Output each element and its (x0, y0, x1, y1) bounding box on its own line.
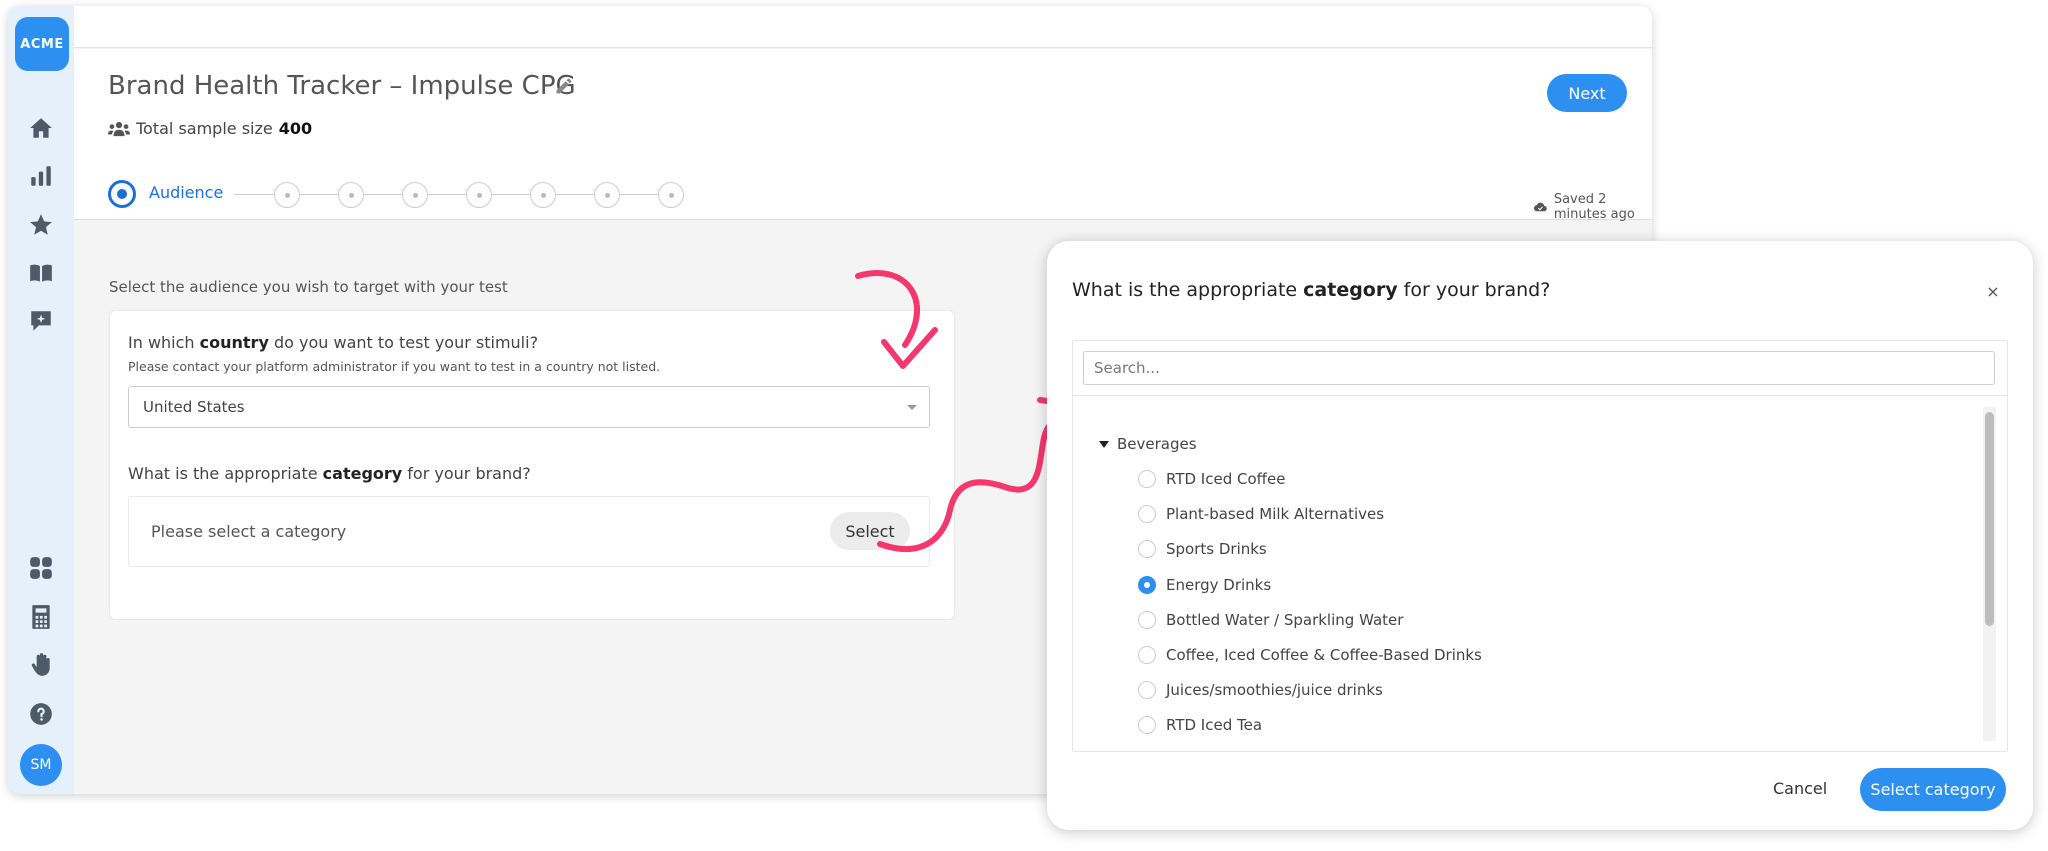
chat-sparkle-icon[interactable] (28, 308, 54, 334)
radio-button[interactable] (1138, 505, 1156, 523)
option-label: Sports Drinks (1166, 540, 1267, 558)
home-icon[interactable] (28, 115, 54, 141)
star-icon[interactable] (28, 212, 54, 238)
step-7[interactable] (594, 182, 620, 208)
pencil-icon[interactable] (554, 76, 574, 96)
option-rtd-iced-coffee[interactable]: RTD Iced Coffee (1138, 470, 1285, 488)
category-question-bold: category (322, 464, 403, 483)
option-energy-drinks[interactable]: Energy Drinks (1138, 576, 1271, 594)
option-label: Bottled Water / Sparkling Water (1166, 611, 1404, 629)
radio-button[interactable] (1138, 611, 1156, 629)
sample-size: Total sample size 400 (108, 119, 312, 138)
step-audience-label[interactable]: Audience (149, 183, 223, 202)
country-help-text: Please contact your platform administrat… (128, 359, 661, 374)
option-coffee-drinks[interactable]: Coffee, Iced Coffee & Coffee-Based Drink… (1138, 646, 1482, 664)
step-4[interactable] (402, 182, 428, 208)
search-input[interactable] (1083, 351, 1995, 385)
category-question-post: for your brand? (402, 464, 531, 483)
radio-button[interactable] (1138, 470, 1156, 488)
category-placeholder: Please select a category (151, 522, 347, 541)
caret-down-icon (1099, 440, 1109, 448)
modal-title-bold: category (1303, 279, 1398, 301)
country-question-post: do you want to test your stimuli? (268, 333, 539, 352)
chevron-down-icon (907, 405, 917, 410)
sample-size-label: Total sample size (136, 119, 273, 138)
category-list-panel: Beverages RTD Iced Coffee Plant-based Mi… (1072, 340, 2008, 752)
option-plant-based-milk[interactable]: Plant-based Milk Alternatives (1138, 505, 1384, 523)
country-select[interactable]: United States (128, 386, 930, 428)
sample-size-value: 400 (278, 119, 313, 138)
category-question-pre: What is the appropriate (128, 464, 323, 483)
country-question: In which country do you want to test you… (128, 333, 538, 352)
option-label: RTD Iced Tea (1166, 716, 1263, 734)
book-icon[interactable] (28, 260, 54, 286)
country-question-pre: In which (128, 333, 200, 352)
next-button[interactable]: Next (1547, 74, 1627, 112)
option-label: RTD Iced Coffee (1166, 470, 1286, 488)
option-label: Coffee, Iced Coffee & Coffee-Based Drink… (1166, 646, 1482, 664)
step-2[interactable] (274, 182, 300, 208)
option-juices[interactable]: Juices/smoothies/juice drinks (1138, 681, 1383, 699)
save-status: Saved 2 minutes ago (1534, 192, 1652, 222)
country-question-bold: country (199, 333, 269, 352)
stepper: Audience (108, 180, 728, 210)
radio-button[interactable] (1138, 646, 1156, 664)
option-bottled-water[interactable]: Bottled Water / Sparkling Water (1138, 611, 1403, 629)
bar-chart-icon[interactable] (28, 163, 54, 189)
category-modal: What is the appropriate category for you… (1047, 241, 2033, 830)
acme-logo[interactable]: ACME (15, 17, 69, 71)
modal-title-post: for your brand? (1397, 279, 1551, 301)
top-strip (74, 6, 1652, 48)
option-sports-drinks[interactable]: Sports Drinks (1138, 540, 1267, 558)
user-avatar[interactable]: SM (20, 744, 62, 786)
radio-button[interactable] (1138, 540, 1156, 558)
page-title: Brand Health Tracker – Impulse CPG (108, 71, 576, 101)
saved-text: Saved 2 minutes ago (1553, 192, 1635, 222)
group-beverages[interactable]: Beverages (1099, 435, 1197, 453)
step-6[interactable] (530, 182, 556, 208)
group-label: Beverages (1117, 435, 1197, 453)
cloud-check-icon (1534, 202, 1547, 212)
category-question: What is the appropriate category for you… (128, 464, 531, 483)
cancel-button[interactable]: Cancel (1773, 779, 1827, 798)
help-icon[interactable] (28, 701, 54, 727)
step-5[interactable] (466, 182, 492, 208)
select-category-button[interactable]: Select (830, 512, 910, 550)
scrollbar[interactable] (1983, 407, 1996, 741)
step-8[interactable] (658, 182, 684, 208)
modal-title: What is the appropriate category for you… (1072, 279, 1550, 301)
option-label: Juices/smoothies/juice drinks (1166, 681, 1383, 699)
radio-button-checked[interactable] (1138, 576, 1156, 594)
radio-button[interactable] (1138, 716, 1156, 734)
option-rtd-iced-tea[interactable]: RTD Iced Tea (1138, 716, 1262, 734)
grid-icon[interactable] (28, 555, 54, 581)
step-3[interactable] (338, 182, 364, 208)
country-select-value: United States (143, 398, 245, 416)
step-audience-indicator[interactable] (108, 180, 136, 208)
modal-title-pre: What is the appropriate (1072, 279, 1304, 301)
project-header: Brand Health Tracker – Impulse CPG Total… (74, 49, 1652, 222)
option-label: Energy Drinks (1166, 576, 1272, 594)
option-label: Plant-based Milk Alternatives (1166, 505, 1385, 523)
calculator-icon[interactable] (28, 604, 54, 630)
audience-card: In which country do you want to test you… (109, 310, 955, 620)
select-category-confirm-button[interactable]: Select category (1860, 768, 2006, 811)
hand-icon[interactable] (28, 652, 54, 678)
scrollbar-thumb[interactable] (1985, 412, 1994, 626)
divider (1073, 395, 2007, 396)
close-icon[interactable]: × (1983, 281, 2003, 301)
category-field: Please select a category Select (128, 496, 930, 567)
users-icon (108, 121, 130, 136)
sidebar: ACME SM (8, 6, 74, 794)
audience-instruction: Select the audience you wish to target w… (109, 278, 508, 296)
radio-button[interactable] (1138, 681, 1156, 699)
